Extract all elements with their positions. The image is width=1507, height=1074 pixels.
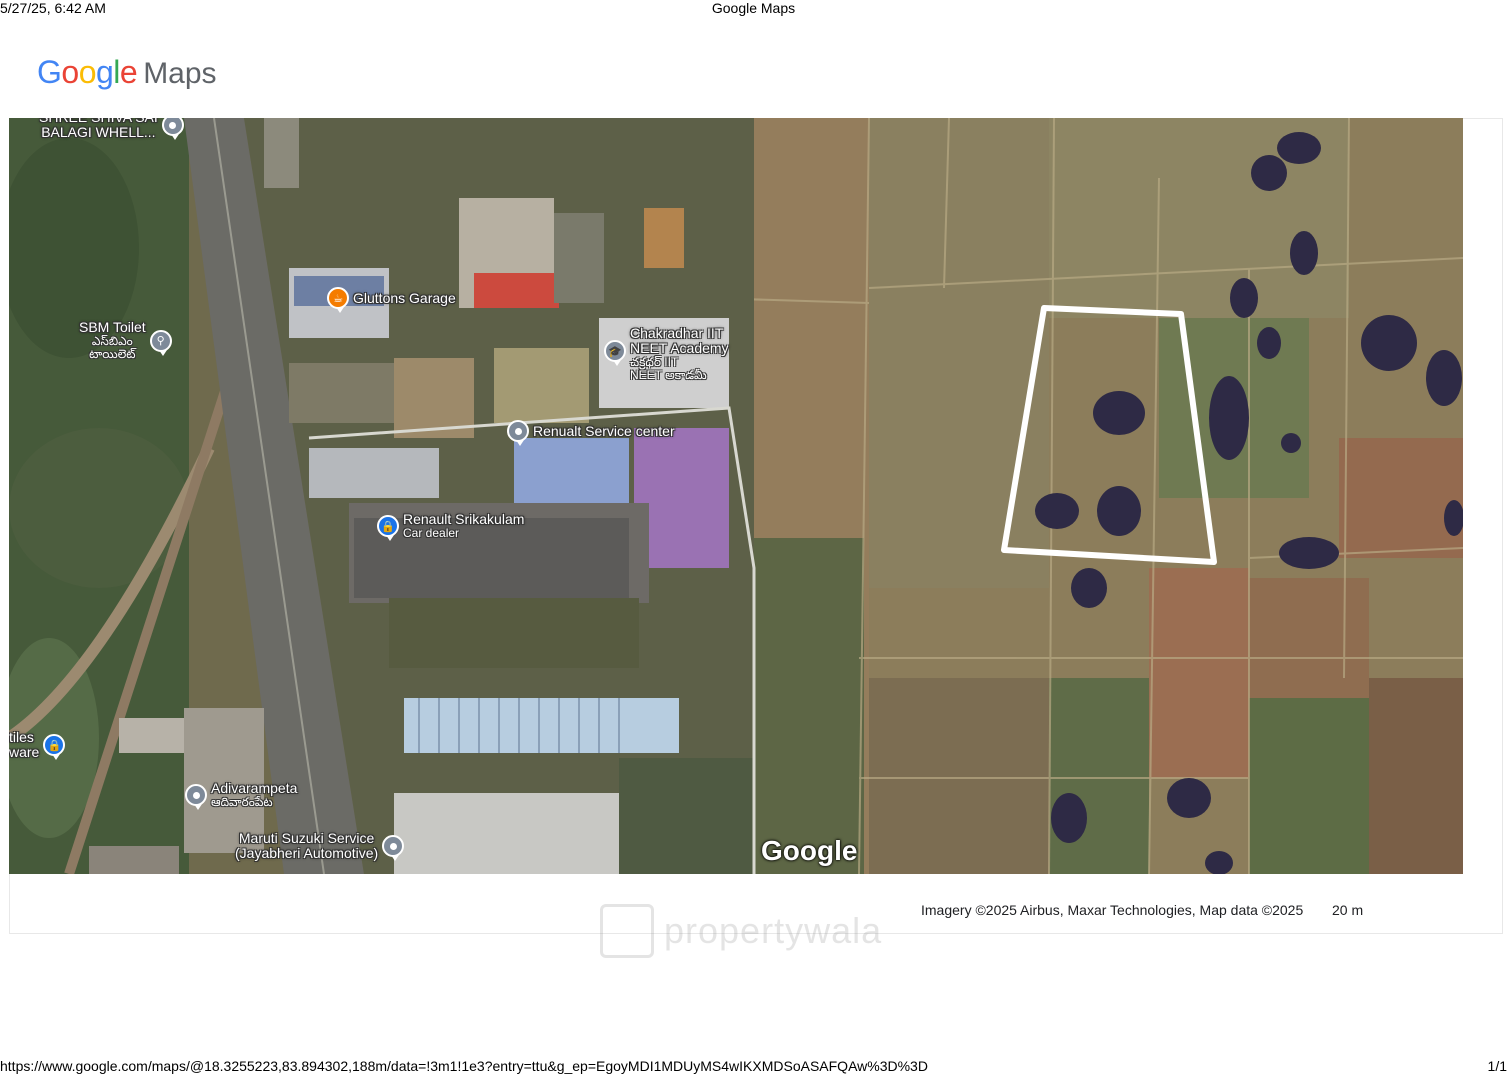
logo-letter: l <box>113 54 120 90</box>
location-pin-icon <box>161 118 184 140</box>
poi-chakradhar-sublabel: చక్రధర్ IIT NEET అకాడమీ <box>630 355 707 382</box>
poi-balagi[interactable]: SHREE SHIVA SAI BALAGI WHELL... <box>39 118 184 140</box>
poi-renault-sublabel: Car dealer <box>403 526 460 540</box>
logo-letter: G <box>37 54 62 90</box>
cup-icon: ☕ <box>327 287 349 313</box>
poi-gluttons-label: Gluttons Garage <box>353 289 456 306</box>
poi-chakradhar-label: Chakradhar IIT NEET Academy <box>630 325 729 356</box>
poi-sbm[interactable]: SBM Toilet ఎస్‌బిఎం టాయిలెట్ ⚲ <box>79 320 172 361</box>
logo-letter: e <box>119 54 138 90</box>
poi-sbm-label: SBM Toilet <box>79 319 146 335</box>
propertywala-watermark: propertywala <box>600 904 882 958</box>
bag-icon: 🔒 <box>43 734 66 760</box>
location-pin-icon <box>507 420 529 446</box>
logo-letter: o <box>78 54 97 90</box>
map-attribution: Imagery ©2025 Airbus, Maxar Technologies… <box>921 902 1304 918</box>
logo-letter: o <box>61 54 79 90</box>
maps-wordmark: Maps <box>143 57 217 90</box>
print-page-number: 1/1 <box>1487 1058 1507 1074</box>
map-scale[interactable]: 20 m <box>1332 902 1363 918</box>
logo-letter: g <box>95 54 114 90</box>
poi-adivarampeta-sublabel: ఆదివారంపేట <box>211 795 273 809</box>
poi-renault[interactable]: 🔒 Renault Srikakulam Car dealer <box>377 511 525 541</box>
poi-renault-label: Renault Srikakulam <box>403 511 525 527</box>
school-icon: 🎓 <box>604 340 626 366</box>
google-wordmark: Google <box>37 54 138 91</box>
location-pin-icon <box>382 835 405 861</box>
print-url: https://www.google.com/maps/@18.3255223,… <box>0 1058 928 1074</box>
poi-adivarampeta[interactable]: Adivarampeta ఆదివారంపేట <box>185 780 298 810</box>
satellite-imagery <box>9 118 1463 874</box>
poi-balagi-label: SHREE SHIVA SAI BALAGI WHELL... <box>39 118 158 140</box>
poi-gluttons[interactable]: ☕ Gluttons Garage <box>327 287 456 313</box>
poi-chakradhar[interactable]: 🎓 Chakradhar IIT NEET Academy చక్రధర్ II… <box>604 326 729 382</box>
google-map-watermark: Google <box>761 835 858 866</box>
poi-maruti[interactable]: Maruti Suzuki Service (Jayabheri Automot… <box>235 830 405 861</box>
bag-icon: 🔒 <box>377 515 399 541</box>
poi-renualt[interactable]: Renualt Service center <box>507 420 675 446</box>
poi-renualt-label: Renualt Service center <box>533 422 675 439</box>
location-pin-icon <box>185 784 207 810</box>
satellite-map[interactable]: SHREE SHIVA SAI BALAGI WHELL... ☕ Glutto… <box>9 118 1463 874</box>
house-icon <box>600 904 654 958</box>
poi-adivarampeta-label: Adivarampeta <box>211 780 298 796</box>
poi-maruti-label: Maruti Suzuki Service (Jayabheri Automot… <box>235 830 379 861</box>
watermark-text: propertywala <box>664 910 883 951</box>
google-maps-logo[interactable]: Google Maps <box>37 54 217 90</box>
restroom-icon: ⚲ <box>149 329 172 356</box>
print-title: Google Maps <box>711 0 796 16</box>
poi-tiles-label: tiles ware <box>9 729 40 760</box>
poi-sbm-sublabel: ఎస్‌బిఎం టాయిలెట్ <box>89 334 136 361</box>
poi-tiles[interactable]: tiles ware 🔒 <box>9 729 66 760</box>
